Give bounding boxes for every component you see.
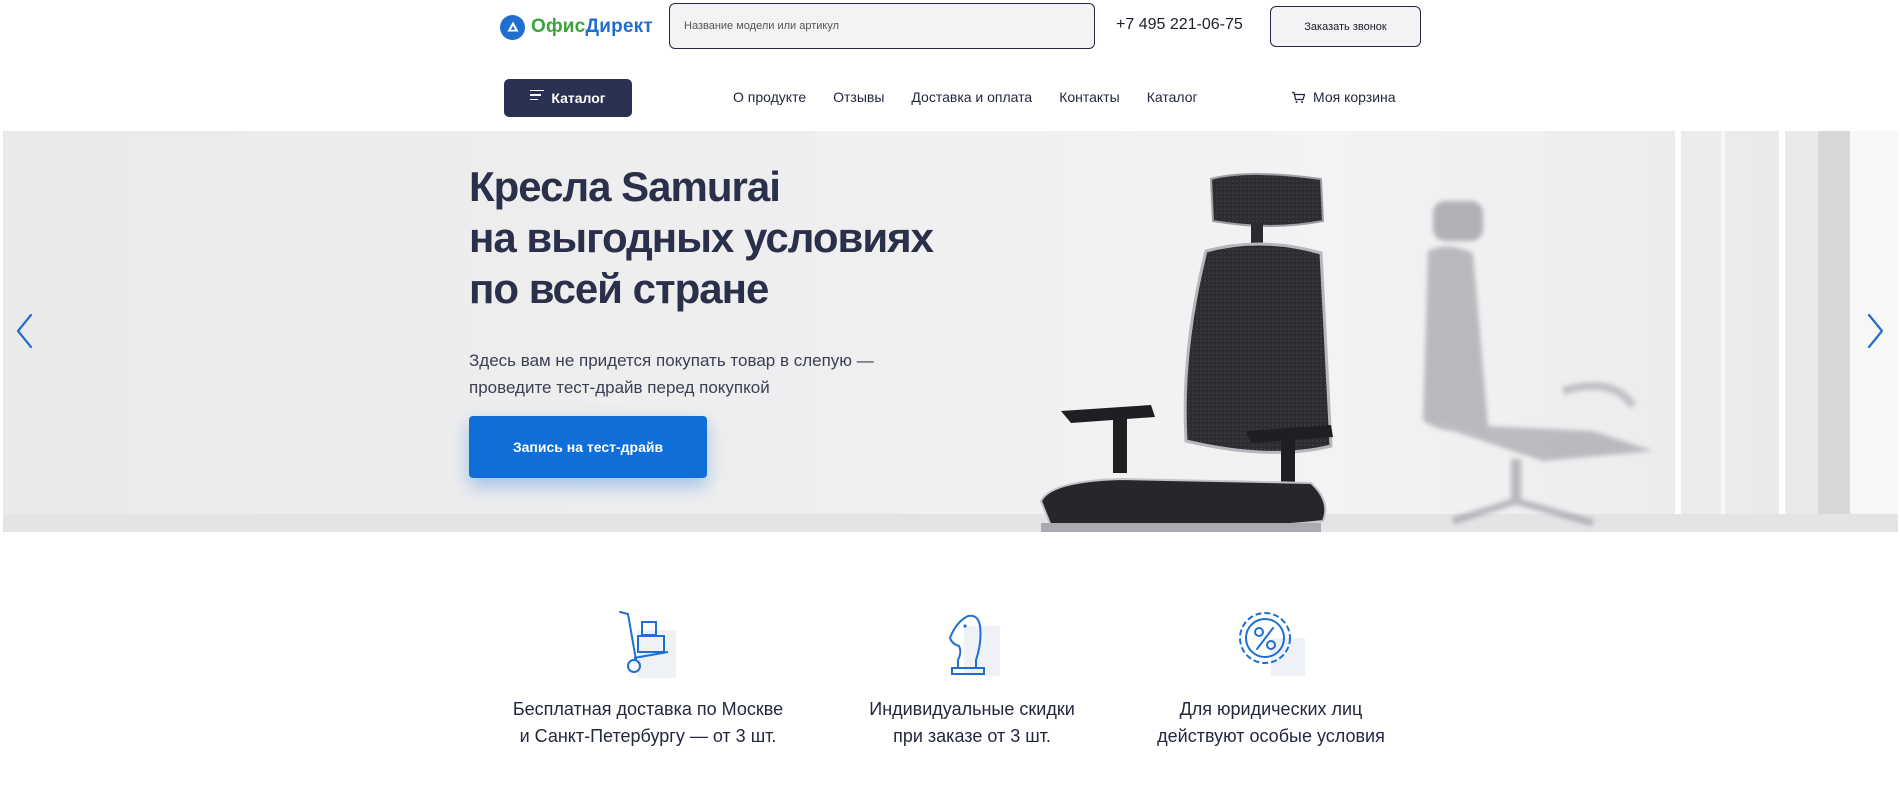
menu-icon xyxy=(530,89,545,101)
hero-subtitle-line: проведите тест-драйв перед покупкой xyxy=(469,378,770,397)
feature-text-line: при заказе от 3 шт. xyxy=(893,726,1051,746)
window-frame-decor xyxy=(1818,131,1850,532)
feature-discounts: Индивидуальные скидки при заказе от 3 шт… xyxy=(822,608,1122,750)
test-drive-button[interactable]: Запись на тест-драйв xyxy=(469,416,707,478)
feature-delivery: Бесплатная доставка по Москве и Санкт-Пе… xyxy=(498,608,798,750)
callback-button[interactable]: Заказать звонок xyxy=(1270,6,1421,47)
logo-mark-icon xyxy=(500,14,525,40)
cart-label: Моя корзина xyxy=(1313,89,1396,105)
catalog-button[interactable]: Каталог xyxy=(504,79,632,117)
hero-title-line: по всей стране xyxy=(469,265,769,312)
nav-link-reviews[interactable]: Отзывы xyxy=(833,89,884,105)
feature-text-line: и Санкт-Петербургу — от 3 шт. xyxy=(519,726,777,746)
logo-text-part1: Офис xyxy=(531,16,586,37)
window-frame-decor xyxy=(1721,131,1725,532)
catalog-button-label: Каталог xyxy=(551,90,606,106)
delivery-cart-icon xyxy=(619,611,676,678)
slider-next-arrow-icon[interactable] xyxy=(1861,309,1891,353)
nav-link-delivery[interactable]: Доставка и оплата xyxy=(911,89,1032,105)
chess-knight-icon xyxy=(949,614,1000,676)
hero-banner: Кресла Samurai на выгодных условиях по в… xyxy=(3,131,1898,532)
logo-text-part2: Директ xyxy=(585,16,653,37)
phone-number[interactable]: +7 495 221-06-75 xyxy=(1116,16,1243,34)
nav-link-contacts[interactable]: Контакты xyxy=(1059,89,1119,105)
nav-link-catalog[interactable]: Каталог xyxy=(1147,89,1198,105)
hero-title-line: на выгодных условиях xyxy=(469,214,934,261)
feature-discounts-text: Индивидуальные скидки при заказе от 3 шт… xyxy=(822,696,1122,750)
percent-badge-icon xyxy=(1239,612,1305,676)
window-frame-decor xyxy=(1675,131,1681,532)
feature-legal-entities: Для юридических лиц действуют особые усл… xyxy=(1121,608,1421,750)
cart-icon xyxy=(1292,91,1306,103)
logo[interactable]: ОфисДирект xyxy=(500,13,653,41)
nav-link-product[interactable]: О продукте xyxy=(733,89,806,105)
logo-text: ОфисДирект xyxy=(531,16,653,38)
hero-subtitle-line: Здесь вам не придется покупать товар в с… xyxy=(469,351,874,370)
main-nav: О продукте Отзывы Доставка и оплата Конт… xyxy=(733,89,1198,105)
feature-delivery-text: Бесплатная доставка по Москве и Санкт-Пе… xyxy=(498,696,798,750)
feature-text-line: Для юридических лиц xyxy=(1179,699,1363,719)
cart-link[interactable]: Моя корзина xyxy=(1291,89,1396,105)
feature-text-line: Индивидуальные скидки xyxy=(869,699,1075,719)
background-chair-image xyxy=(1423,201,1653,527)
feature-text-line: Бесплатная доставка по Москве xyxy=(512,699,784,719)
feature-legal-entities-text: Для юридических лиц действуют особые усл… xyxy=(1121,696,1421,750)
samurai-chair-image xyxy=(1039,173,1333,532)
hero-title-line: Кресла Samurai xyxy=(469,163,781,210)
slider-prev-arrow-icon[interactable] xyxy=(9,309,39,353)
hero-subtitle: Здесь вам не придется покупать товар в с… xyxy=(469,347,874,401)
hero-title: Кресла Samurai на выгодных условиях по в… xyxy=(469,161,934,314)
search-input[interactable] xyxy=(669,3,1095,49)
feature-text-line: действуют особые условия xyxy=(1157,726,1385,746)
window-frame-decor xyxy=(1779,131,1785,532)
